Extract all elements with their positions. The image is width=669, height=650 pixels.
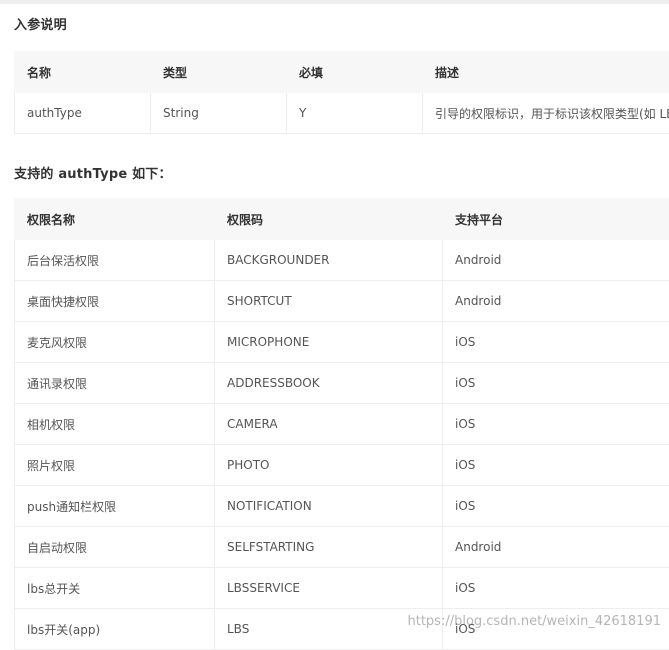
table-row: lbs总开关 LBSSERVICE iOS <box>15 568 669 609</box>
cell-platform: Android <box>443 240 669 281</box>
cell-permission-name: 通讯录权限 <box>15 363 215 404</box>
cell-platform: iOS <box>443 486 669 527</box>
cell-permission-name: 相机权限 <box>15 404 215 445</box>
input-params-title: 入参说明 <box>14 14 67 33</box>
cell-permission-name: lbs开关(app) <box>15 609 215 650</box>
cell-permission-name: 自启动权限 <box>15 527 215 568</box>
table-row: 桌面快捷权限 SHORTCUT Android <box>15 281 669 322</box>
cell-platform: iOS <box>443 404 669 445</box>
auth-types-table: 权限名称 权限码 支持平台 后台保活权限 BACKGROUNDER Androi… <box>14 198 669 650</box>
table-row: 照片权限 PHOTO iOS <box>15 445 669 486</box>
table-row: authType String Y 引导的权限标识，用于标识该权限类型(如 LB <box>15 93 669 134</box>
cell-permission-code: LBS <box>215 609 443 650</box>
cell-platform: Android <box>443 281 669 322</box>
cell-description: 引导的权限标识，用于标识该权限类型(如 LB <box>423 93 669 134</box>
table-header-row: 权限名称 权限码 支持平台 <box>15 199 669 240</box>
cell-platform: iOS <box>443 322 669 363</box>
table-row: 通讯录权限 ADDRESSBOOK iOS <box>15 363 669 404</box>
cell-platform: Android <box>443 527 669 568</box>
header-cell-platform: 支持平台 <box>443 199 669 240</box>
table-row: lbs开关(app) LBS iOS <box>15 609 669 650</box>
input-params-table: 名称 类型 必填 描述 authType String Y 引导的权限标识，用于… <box>14 51 669 134</box>
cell-permission-code: BACKGROUNDER <box>215 240 443 281</box>
cell-platform: iOS <box>443 363 669 404</box>
cell-name: authType <box>15 93 151 134</box>
header-cell-permission-code: 权限码 <box>215 199 443 240</box>
cell-permission-name: lbs总开关 <box>15 568 215 609</box>
table-row: 相机权限 CAMERA iOS <box>15 404 669 445</box>
table-row: 自启动权限 SELFSTARTING Android <box>15 527 669 568</box>
cell-required: Y <box>287 93 423 134</box>
cell-permission-name: 后台保活权限 <box>15 240 215 281</box>
cell-platform: iOS <box>443 445 669 486</box>
top-divider <box>0 0 669 4</box>
cell-permission-name: push通知栏权限 <box>15 486 215 527</box>
cell-permission-code: NOTIFICATION <box>215 486 443 527</box>
cell-permission-code: LBSSERVICE <box>215 568 443 609</box>
cell-permission-name: 桌面快捷权限 <box>15 281 215 322</box>
cell-permission-code: CAMERA <box>215 404 443 445</box>
header-cell-name: 名称 <box>15 52 151 93</box>
table-row: 麦克风权限 MICROPHONE iOS <box>15 322 669 363</box>
cell-permission-code: ADDRESSBOOK <box>215 363 443 404</box>
cell-permission-code: PHOTO <box>215 445 443 486</box>
cell-permission-name: 照片权限 <box>15 445 215 486</box>
table-header-row: 名称 类型 必填 描述 <box>15 52 669 93</box>
auth-types-title: 支持的 authType 如下： <box>14 163 172 182</box>
header-cell-permission-name: 权限名称 <box>15 199 215 240</box>
table-row: push通知栏权限 NOTIFICATION iOS <box>15 486 669 527</box>
header-cell-required: 必填 <box>287 52 423 93</box>
cell-platform: iOS <box>443 609 669 650</box>
cell-permission-code: SELFSTARTING <box>215 527 443 568</box>
cell-permission-code: SHORTCUT <box>215 281 443 322</box>
cell-platform: iOS <box>443 568 669 609</box>
cell-type: String <box>151 93 287 134</box>
cell-permission-code: MICROPHONE <box>215 322 443 363</box>
header-cell-description: 描述 <box>423 52 669 93</box>
table-row: 后台保活权限 BACKGROUNDER Android <box>15 240 669 281</box>
cell-permission-name: 麦克风权限 <box>15 322 215 363</box>
header-cell-type: 类型 <box>151 52 287 93</box>
